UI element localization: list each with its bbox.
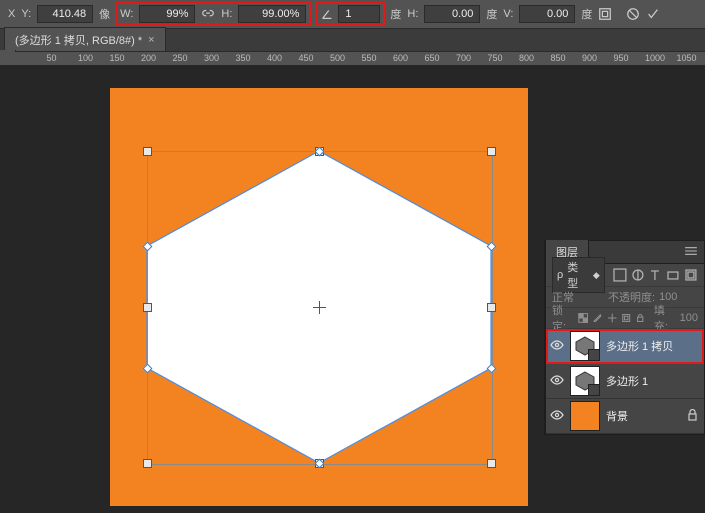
panel-menu-icon[interactable] [684,246,698,259]
ruler-tick: 650 [425,53,440,63]
lock-icon[interactable] [687,409,698,424]
anchor-vertex[interactable] [486,363,495,372]
work-area: 图层 ρ类型 ◆ 正常 不透明度: 100 锁定: [0,65,705,513]
h-label: H: [221,8,232,20]
ruler-tick: 100 [78,53,93,63]
visibility-icon[interactable] [550,410,564,423]
handle-tr[interactable] [487,147,496,156]
document-tab-bar: (多边形 1 拷贝, RGB/8#) * × [0,29,705,52]
anchor-vertex[interactable] [142,363,151,372]
ruler-tick: 150 [110,53,125,63]
document-canvas[interactable] [110,88,528,506]
anchor-vertex[interactable] [314,146,323,155]
layer-thumbnail [570,331,600,361]
filter-shape-icon[interactable] [666,268,680,282]
anchor-vertex[interactable] [314,458,323,467]
filter-adjust-icon[interactable] [631,268,645,282]
layer-row[interactable]: 多边形 1 拷贝 [546,329,704,364]
handle-br[interactable] [487,459,496,468]
document-tab-title: (多边形 1 拷贝, RGB/8#) * [15,32,142,48]
y-label: Y: [21,8,31,20]
ruler-tick: 350 [236,53,251,63]
visibility-icon[interactable] [550,375,564,388]
angle-icon [320,7,334,21]
anchor-vertex[interactable] [486,241,495,250]
layer-name[interactable]: 多边形 1 [606,373,648,389]
w-value-field[interactable]: 99% [139,5,195,23]
layers-panel: 图层 ρ类型 ◆ 正常 不透明度: 100 锁定: [545,240,705,435]
ruler-tick: 50 [47,53,57,63]
hskew-label: H: [407,8,418,20]
ruler-tick: 1050 [677,53,697,63]
interpolation-icon[interactable] [598,7,612,21]
lock-label: 锁定: [552,302,574,334]
ruler-tick: 950 [614,53,629,63]
layer-name[interactable]: 背景 [606,408,628,424]
h-value-field[interactable]: 99.00% [238,5,306,23]
ruler-tick: 450 [299,53,314,63]
ruler-tick: 200 [141,53,156,63]
hskew-value-field[interactable]: 0.00 [424,5,480,23]
layer-filter-row: ρ类型 ◆ [546,264,704,287]
layer-row[interactable]: 多边形 1 [546,364,704,399]
lock-transparent-icon[interactable] [578,312,588,324]
lock-artboard-icon[interactable] [621,312,631,324]
transform-center-icon[interactable] [313,301,326,314]
lock-all-icon[interactable] [635,312,645,324]
handle-tl[interactable] [143,147,152,156]
document-tab[interactable]: (多边形 1 拷贝, RGB/8#) * × [4,27,166,51]
angle-unit: 度 [390,6,401,22]
vskew-label: V: [503,8,513,20]
layer-name[interactable]: 多边形 1 拷贝 [606,338,673,354]
visibility-icon[interactable] [550,340,564,353]
ruler-tick: 500 [330,53,345,63]
y-value-field[interactable]: 410.48 [37,5,93,23]
y-unit: 像 [99,6,110,22]
filter-kind-select[interactable]: ρ类型 ◆ [552,257,605,293]
ruler-tick: 300 [204,53,219,63]
layer-thumbnail [570,366,600,396]
filter-type-icon[interactable] [648,268,662,282]
filter-pixel-icon[interactable] [613,268,627,282]
anchor-vertex[interactable] [142,241,151,250]
layer-thumbnail [570,401,600,431]
commit-icon[interactable] [646,7,660,21]
cancel-icon[interactable] [626,7,640,21]
handle-mr[interactable] [487,303,496,312]
transform-options-bar: X Y: 410.48 像 W: 99% H: 99.00% 1 度 H: 0.… [0,0,705,29]
ruler-tick: 250 [173,53,188,63]
filter-smart-icon[interactable] [684,268,698,282]
ruler-tick: 850 [551,53,566,63]
ruler-tick: 600 [393,53,408,63]
fill-value[interactable]: 100 [680,312,698,324]
handle-bl[interactable] [143,459,152,468]
ruler-tick: 1000 [645,53,665,63]
lock-fill-row: 锁定: 填充: 100 [546,308,704,329]
handle-ml[interactable] [143,303,152,312]
ruler-tick: 750 [488,53,503,63]
opacity-label: 不透明度: [608,289,655,305]
ruler-tick: 900 [582,53,597,63]
x-label: X [8,8,15,20]
ruler-tick: 800 [519,53,534,63]
w-label: W: [120,8,133,20]
vskew-unit: 度 [581,6,592,22]
close-tab-icon[interactable]: × [148,34,154,46]
vskew-value-field[interactable]: 0.00 [519,5,575,23]
ruler-tick: 550 [362,53,377,63]
layers-list: 多边形 1 拷贝 多边形 1 背景 [546,329,704,434]
angle-value-field[interactable]: 1 [338,5,380,23]
lock-pixels-icon[interactable] [592,312,602,324]
link-icon[interactable] [201,7,215,21]
fill-label: 填充: [654,302,676,334]
ruler-tick: 400 [267,53,282,63]
ruler-tick: 700 [456,53,471,63]
hskew-unit: 度 [486,6,497,22]
lock-position-icon[interactable] [607,312,617,324]
layer-row[interactable]: 背景 [546,399,704,434]
